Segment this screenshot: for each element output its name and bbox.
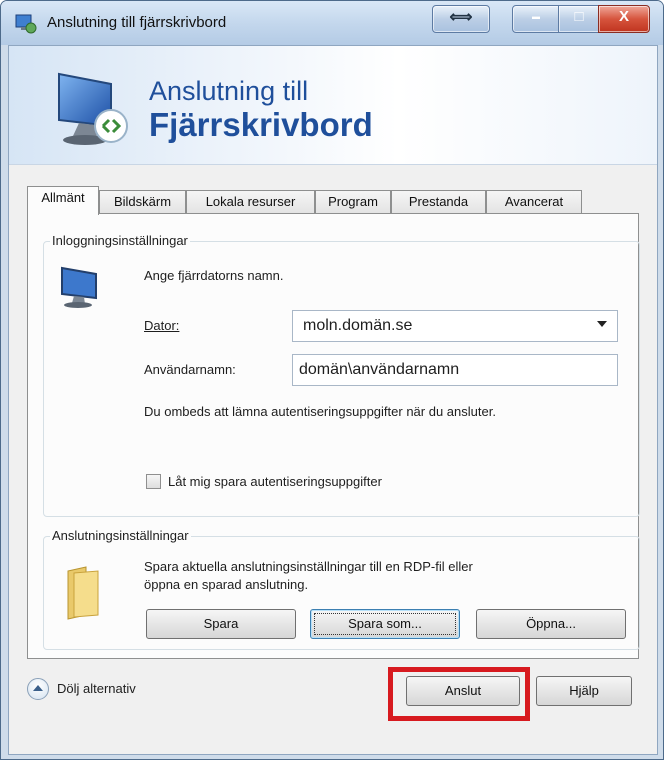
monitor-icon [61,266,97,308]
header-banner: Anslutning till Fjärrskrivbord [9,46,657,165]
save-button[interactable]: Spara [146,609,296,639]
credentials-note: Du ombeds att lämna autentiseringsuppgif… [144,404,496,419]
connection-description-line1: Spara aktuella anslutningsinställningar … [144,559,473,574]
minimize-button[interactable]: ▬ [512,5,560,33]
save-credentials-label[interactable]: Låt mig spara autentiseringsuppgifter [168,474,382,489]
focus-indicator [314,613,456,635]
open-button[interactable]: Öppna... [476,609,626,639]
computer-name-instruction: Ange fjärrdatorns namn. [144,268,284,283]
computer-value: moln.domän.se [303,317,413,334]
dropdown-arrow-icon[interactable] [597,321,607,327]
close-icon: X [618,8,629,25]
login-settings-group: Inloggningsinställningar Ange fjärrdator… [43,233,640,517]
remote-desktop-icon [15,14,37,34]
username-field[interactable]: domän\användarnamn [292,354,618,386]
banner-title-line2: Fjärrskrivbord [149,106,373,143]
username-label: Användarnamn: [144,362,236,377]
remote-desktop-window: Anslutning till fjärrskrivbord ⟺ ▬ □ X A… [0,0,664,760]
save-as-button[interactable]: Spara som... [310,609,460,639]
chevron-up-icon [33,685,43,691]
tab-prestanda[interactable]: Prestanda [391,190,486,214]
banner-title-line1: Anslutning till [149,76,309,106]
computer-combobox[interactable]: moln.domän.se [292,310,618,342]
window-title: Anslutning till fjärrskrivbord [47,14,227,31]
maximize-button[interactable]: □ [558,5,600,33]
resize-icon: ⟺ [449,9,473,26]
title-bar[interactable]: Anslutning till fjärrskrivbord ⟺ ▬ □ X [1,1,663,45]
connect-button[interactable]: Anslut [406,676,520,706]
tab-avancerat[interactable]: Avancerat [486,190,582,214]
login-settings-label: Inloggningsinställningar [50,233,190,248]
connection-description-line2: öppna en sparad anslutning. [144,577,309,592]
username-value: domän\användarnamn [299,361,460,378]
computer-label: Dator: [144,318,180,333]
help-button[interactable]: Hjälp [536,676,632,706]
connection-settings-label: Anslutningsinställningar [50,528,191,543]
close-button[interactable]: X [598,5,650,33]
save-credentials-checkbox[interactable] [146,474,161,489]
tab-lokala-resurser[interactable]: Lokala resurser [186,190,315,214]
folder-icon [67,566,99,620]
tab-bildskarm[interactable]: Bildskärm [99,190,186,214]
hide-options-button[interactable] [27,678,49,700]
resize-button[interactable]: ⟺ [432,5,490,33]
tab-program[interactable]: Program [315,190,391,214]
dialog-client-area: Anslutning till Fjärrskrivbord Allmänt B… [8,45,658,755]
minimize-icon: ▬ [532,12,540,21]
remote-desktop-monitor-icon [58,72,128,145]
hide-options-label[interactable]: Dölj alternativ [57,681,136,696]
connection-settings-group: Anslutningsinställningar Spara aktuella … [43,528,640,650]
maximize-icon: □ [574,8,584,25]
tab-panel-allmant: Inloggningsinställningar Ange fjärrdator… [27,213,640,659]
tab-allmant[interactable]: Allmänt [27,186,99,215]
